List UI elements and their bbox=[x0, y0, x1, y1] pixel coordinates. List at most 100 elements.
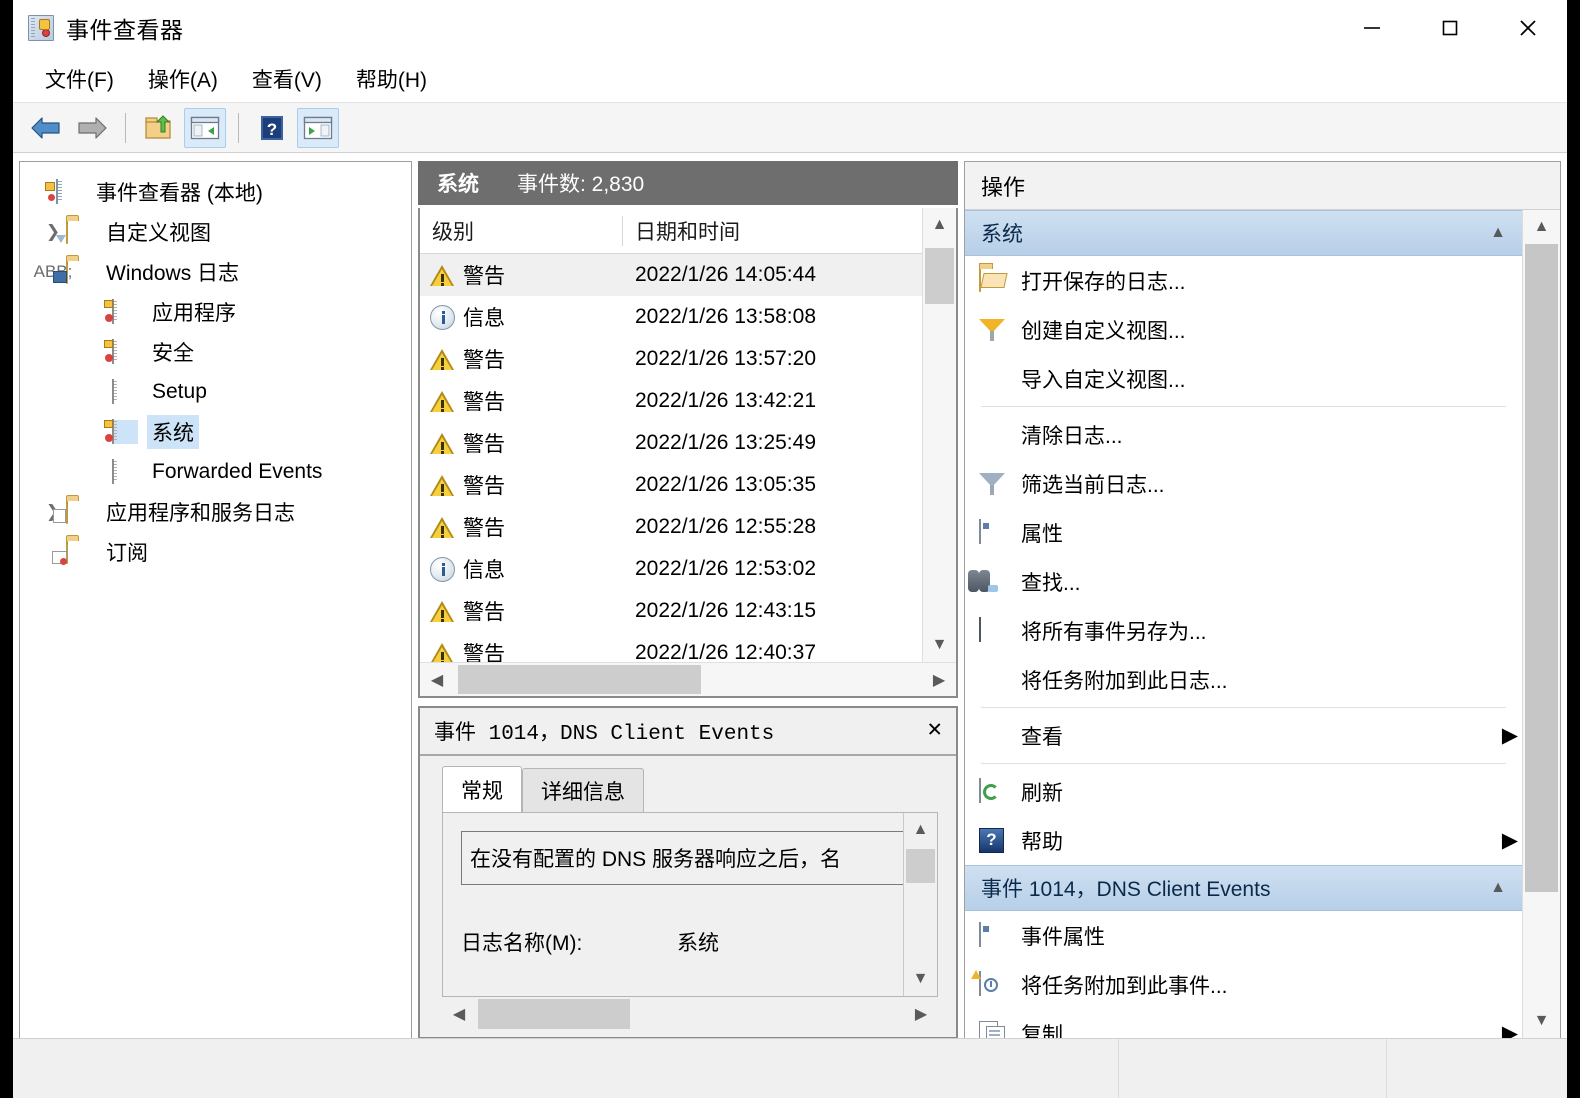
tree-item-label: 安全 bbox=[147, 335, 199, 369]
tab-general[interactable]: 常规 bbox=[442, 766, 522, 812]
action-event-properties[interactable]: 事件属性 bbox=[965, 911, 1522, 960]
tree-item-security[interactable]: 安全 bbox=[20, 332, 411, 372]
no-icon bbox=[979, 723, 1009, 749]
scroll-thumb[interactable] bbox=[906, 849, 935, 883]
minimize-button[interactable] bbox=[1333, 0, 1411, 56]
scroll-track[interactable] bbox=[923, 242, 956, 628]
action-clear-log[interactable]: 清除日志... bbox=[965, 410, 1522, 459]
menu-file[interactable]: 文件(F) bbox=[31, 59, 128, 99]
chevron-up-icon[interactable]: ▲ bbox=[1490, 224, 1506, 242]
scroll-up-icon[interactable]: ▲ bbox=[932, 208, 948, 242]
action-find[interactable]: 查找... bbox=[965, 557, 1522, 606]
event-datetime: 2022/1/26 13:25:49 bbox=[623, 431, 922, 455]
scroll-track[interactable] bbox=[454, 663, 922, 696]
help-button[interactable]: ? bbox=[251, 108, 293, 148]
table-row[interactable]: 信息 2022/1/26 13:58:08 bbox=[420, 296, 922, 338]
scroll-right-icon[interactable]: ▶ bbox=[922, 670, 956, 690]
scroll-thumb[interactable] bbox=[1525, 244, 1558, 892]
back-button[interactable] bbox=[25, 108, 67, 148]
refresh-icon bbox=[979, 779, 1009, 805]
table-row[interactable]: 信息 2022/1/26 12:53:02 bbox=[420, 548, 922, 590]
action-save-all-events-as[interactable]: 将所有事件另存为... bbox=[965, 606, 1522, 655]
column-header-datetime[interactable]: 日期和时间 bbox=[623, 216, 922, 246]
scroll-left-icon[interactable]: ◀ bbox=[442, 1004, 476, 1024]
status-bar bbox=[13, 1038, 1567, 1098]
table-row[interactable]: 警告 2022/1/26 12:55:28 bbox=[420, 506, 922, 548]
column-header-level[interactable]: 级别 bbox=[420, 216, 623, 246]
action-import-custom-view[interactable]: 导入自定义视图... bbox=[965, 354, 1522, 403]
scroll-up-icon[interactable]: ▲ bbox=[1534, 210, 1550, 244]
forward-button[interactable] bbox=[71, 108, 113, 148]
menu-bar: 文件(F) 操作(A) 查看(V) 帮助(H) bbox=[13, 56, 1567, 103]
menu-view[interactable]: 查看(V) bbox=[238, 59, 336, 99]
tree-item-setup[interactable]: Setup bbox=[20, 372, 411, 412]
menu-action[interactable]: 操作(A) bbox=[134, 59, 232, 99]
action-create-custom-view[interactable]: 创建自定义视图... bbox=[965, 305, 1522, 354]
tree-item-forwarded-events[interactable]: Forwarded Events bbox=[20, 452, 411, 492]
tree-item-windows-logs[interactable]: ABB; Windows 日志 bbox=[20, 252, 411, 292]
show-action-pane-button[interactable] bbox=[297, 108, 339, 148]
actions-section-system[interactable]: 系统 ▲ bbox=[965, 210, 1522, 256]
action-filter-current-log[interactable]: 筛选当前日志... bbox=[965, 459, 1522, 508]
status-bar-main bbox=[13, 1039, 1119, 1098]
table-row[interactable]: 警告 2022/1/26 12:43:15 bbox=[420, 590, 922, 632]
scroll-thumb[interactable] bbox=[478, 999, 630, 1029]
action-view[interactable]: 查看 ▶ bbox=[965, 711, 1522, 760]
scroll-down-icon[interactable]: ▼ bbox=[932, 628, 948, 662]
scroll-right-icon[interactable]: ▶ bbox=[904, 1004, 938, 1024]
chevron-up-icon[interactable]: ▲ bbox=[1490, 879, 1506, 897]
tree-item-app-service-logs[interactable]: ❯ 应用程序和服务日志 bbox=[20, 492, 411, 532]
event-list-pane: 系统 事件数: 2,830 级别 日期和时间 警告 2022/1/26 14:0… bbox=[418, 161, 958, 1039]
tab-details[interactable]: 详细信息 bbox=[522, 768, 644, 812]
table-row[interactable]: 警告 2022/1/26 13:25:49 bbox=[420, 422, 922, 464]
event-detail-horizontal-scrollbar[interactable]: ◀ ▶ bbox=[442, 997, 938, 1031]
scroll-down-icon[interactable]: ▼ bbox=[1534, 1004, 1550, 1038]
close-icon[interactable]: ✕ bbox=[928, 719, 942, 743]
tree-item-system[interactable]: 系统 bbox=[20, 412, 411, 452]
action-open-saved-log[interactable]: 打开保存的日志... bbox=[965, 256, 1522, 305]
action-attach-task-to-event[interactable]: 将任务附加到此事件... bbox=[965, 960, 1522, 1009]
tree-item-application[interactable]: 应用程序 bbox=[20, 292, 411, 332]
folder-doc-icon bbox=[66, 500, 92, 524]
actions-section-event[interactable]: 事件 1014，DNS Client Events ▲ bbox=[965, 865, 1522, 911]
scroll-thumb[interactable] bbox=[458, 665, 701, 694]
tree-item-subscriptions[interactable]: 订阅 bbox=[20, 532, 411, 572]
event-list-vertical-scrollbar[interactable]: ▲ ▼ bbox=[922, 208, 956, 662]
show-tree-pane-button[interactable] bbox=[184, 108, 226, 148]
no-icon bbox=[979, 366, 1009, 392]
event-datetime: 2022/1/26 13:57:20 bbox=[623, 347, 922, 371]
event-level: 警告 bbox=[463, 428, 505, 458]
action-properties[interactable]: 属性 bbox=[965, 508, 1522, 557]
action-label: 创建自定义视图... bbox=[1021, 315, 1522, 345]
actions-pane-vertical-scrollbar[interactable]: ▲ ▼ bbox=[1522, 210, 1560, 1038]
event-list-columns: 级别 日期和时间 警告 2022/1/26 14:05:44 信息 2022/1… bbox=[420, 208, 922, 662]
action-copy[interactable]: 复制 ▶ bbox=[965, 1009, 1522, 1038]
event-list-horizontal-scrollbar[interactable]: ◀ ▶ bbox=[420, 662, 956, 696]
open-log-button[interactable] bbox=[138, 108, 180, 148]
action-attach-task-to-log[interactable]: 将任务附加到此日志... bbox=[965, 655, 1522, 704]
tree-item-event-viewer-local[interactable]: 事件查看器 (本地) bbox=[20, 172, 411, 212]
maximize-button[interactable] bbox=[1411, 0, 1489, 56]
scroll-up-icon[interactable]: ▲ bbox=[913, 813, 929, 847]
no-icon bbox=[979, 422, 1009, 448]
scroll-thumb[interactable] bbox=[925, 248, 954, 304]
table-row[interactable]: 警告 2022/1/26 13:42:21 bbox=[420, 380, 922, 422]
action-help[interactable]: ? 帮助 ▶ bbox=[965, 816, 1522, 865]
table-row[interactable]: 警告 2022/1/26 13:57:20 bbox=[420, 338, 922, 380]
console-tree-pane[interactable]: 事件查看器 (本地) ❯ 自定义视图 ABB; Windows 日志 应用程序 … bbox=[19, 161, 412, 1039]
tree-item-label: Forwarded Events bbox=[147, 458, 327, 486]
tree-item-custom-views[interactable]: ❯ 自定义视图 bbox=[20, 212, 411, 252]
action-refresh[interactable]: 刷新 bbox=[965, 767, 1522, 816]
close-button[interactable] bbox=[1489, 0, 1567, 56]
scroll-track[interactable] bbox=[904, 847, 937, 962]
table-row[interactable]: 警告 2022/1/26 14:05:44 bbox=[420, 254, 922, 296]
event-detail-vertical-scrollbar[interactable]: ▲ ▼ bbox=[903, 813, 937, 996]
submenu-arrow-icon: ▶ bbox=[1498, 828, 1522, 853]
scroll-track[interactable] bbox=[476, 997, 904, 1031]
menu-help[interactable]: 帮助(H) bbox=[342, 59, 441, 99]
scroll-track[interactable] bbox=[1523, 244, 1560, 1004]
table-row[interactable]: 警告 2022/1/26 13:05:35 bbox=[420, 464, 922, 506]
scroll-left-icon[interactable]: ◀ bbox=[420, 670, 454, 690]
scroll-down-icon[interactable]: ▼ bbox=[913, 962, 929, 996]
table-row[interactable]: 警告 2022/1/26 12:40:37 bbox=[420, 632, 922, 662]
